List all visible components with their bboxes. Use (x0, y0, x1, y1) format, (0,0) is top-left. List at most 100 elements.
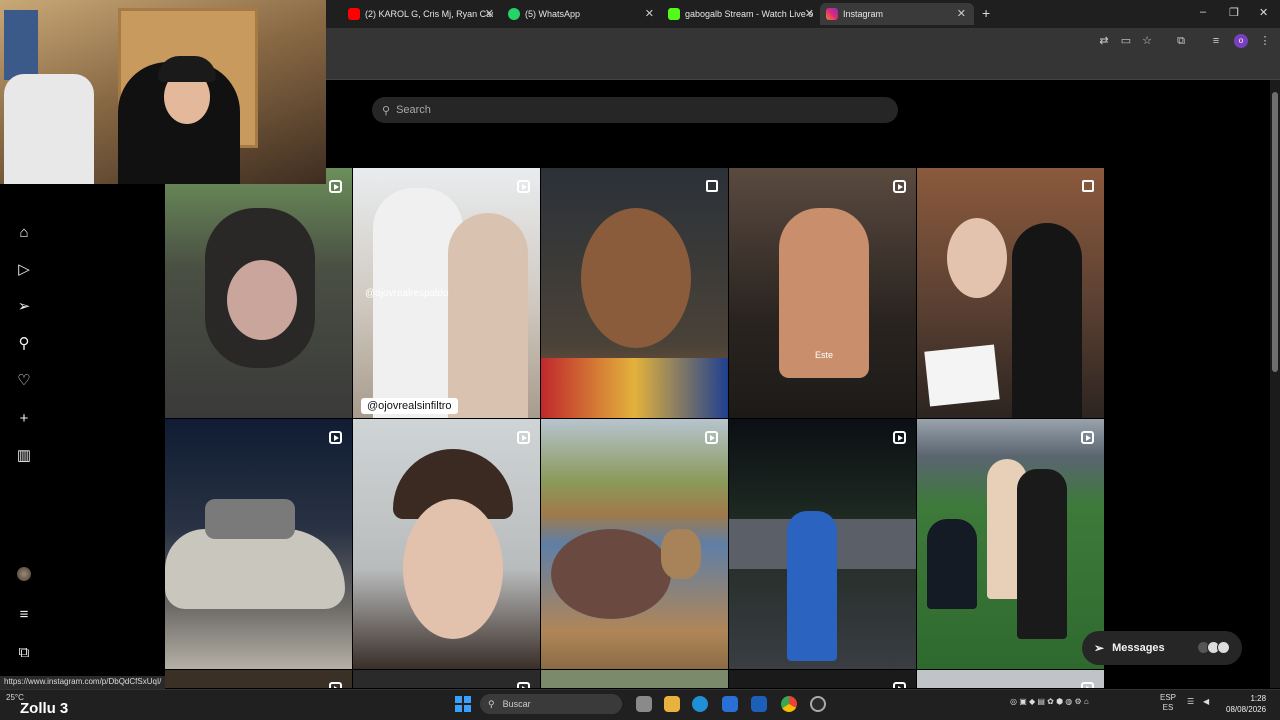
messages-button[interactable]: ➢ Messages (1082, 631, 1242, 665)
close-icon[interactable]: ✕ (485, 7, 494, 20)
reel-icon (517, 180, 530, 193)
post-caption-overlay: @ojovrealsinfiltro (361, 398, 458, 414)
stream-overlay-name: Zollu 3 (20, 700, 68, 717)
search-input[interactable]: ⚲ Search (372, 97, 898, 123)
volume-icon[interactable]: ◀ (1203, 697, 1209, 706)
edge-icon[interactable] (692, 696, 708, 712)
wifi-icon[interactable]: ☰ (1187, 697, 1194, 706)
post-tile[interactable] (353, 419, 540, 669)
send-icon: ➢ (1094, 641, 1105, 655)
more-menu-icon[interactable]: ⋮ (1258, 34, 1272, 48)
task-view-icon[interactable] (636, 696, 652, 712)
close-icon[interactable]: ✕ (645, 7, 654, 20)
tray-icons[interactable]: ◎ ▣ ◆ ▤ ✿ ⬢ ◍ ⚙ ⌂ (1010, 697, 1089, 706)
post-image-subject (1012, 223, 1082, 418)
post-tile[interactable] (917, 670, 1104, 688)
post-image-detail (227, 260, 297, 340)
profile-avatar-icon[interactable] (17, 567, 31, 581)
chrome-icon[interactable] (781, 696, 797, 712)
post-tile[interactable] (541, 670, 728, 688)
menu-hamburger-icon[interactable]: ≡ (14, 605, 34, 625)
post-tile[interactable] (729, 670, 916, 688)
post-image-detail (661, 529, 701, 579)
webcam-detail (4, 10, 38, 80)
close-icon[interactable]: ✕ (957, 7, 966, 20)
taskbar-search[interactable]: ⚲ Buscar (480, 694, 622, 714)
taskbar-search-label: Buscar (502, 699, 531, 709)
profile-avatar[interactable]: o (1234, 34, 1248, 48)
clock[interactable]: 1:28 08/08/2026 (1226, 693, 1266, 715)
language-indicator[interactable]: ESP ES (1160, 693, 1176, 713)
translate-icon[interactable]: ⇄ (1097, 34, 1111, 48)
post-tile[interactable] (165, 670, 352, 688)
app-icon[interactable] (810, 696, 826, 712)
post-image-detail (541, 358, 728, 418)
post-image-detail (205, 499, 295, 539)
tab-label: (2) KAROL G, Cris Mj, Ryan Castro (365, 9, 493, 19)
post-tile[interactable] (165, 168, 352, 418)
home-icon[interactable]: ⌂ (14, 223, 34, 243)
close-window-button[interactable]: ✕ (1259, 6, 1268, 19)
reel-icon (329, 180, 342, 193)
reel-icon (517, 431, 530, 444)
post-image-subject (787, 511, 837, 661)
notifications-heart-icon[interactable]: ♡ (14, 371, 34, 391)
reel-icon (1081, 682, 1094, 688)
minimize-button[interactable]: – (1200, 6, 1206, 18)
scrollbar-thumb[interactable] (1272, 92, 1278, 372)
cast-icon[interactable]: ▭ (1119, 34, 1133, 48)
store-icon[interactable] (722, 696, 738, 712)
post-tile[interactable] (917, 168, 1104, 418)
post-image-subject (448, 213, 528, 418)
post-tile[interactable] (917, 419, 1104, 669)
stream-suffix: 3 (59, 700, 69, 717)
dashboard-icon[interactable]: ▥ (14, 446, 34, 466)
clock-date: 08/08/2026 (1226, 705, 1267, 714)
tab-kick-stream[interactable]: gabogalb Stream - Watch Live on ✕ (662, 3, 822, 25)
instagram-icon (826, 8, 838, 20)
post-tile[interactable] (353, 670, 540, 688)
file-explorer-icon[interactable] (664, 696, 680, 712)
post-image-subject (927, 519, 977, 609)
media-control-icon[interactable]: ≡ (1209, 34, 1223, 48)
carousel-icon (706, 180, 718, 192)
tab-whatsapp[interactable]: (5) WhatsApp ✕ (502, 3, 662, 25)
reels-icon[interactable]: ▷ (14, 260, 34, 280)
bookmark-star-icon[interactable]: ☆ (1140, 34, 1154, 48)
post-tile[interactable] (541, 168, 728, 418)
tab-label: (5) WhatsApp (525, 9, 581, 19)
post-tile[interactable] (541, 419, 728, 669)
reel-icon (517, 682, 530, 688)
reel-icon (893, 682, 906, 688)
post-caption-overlay: @ojovrealrespaldo (365, 288, 449, 299)
reel-icon (329, 682, 342, 688)
tab-youtube[interactable]: (2) KAROL G, Cris Mj, Ryan Castro ✕ (342, 3, 502, 25)
post-tile[interactable] (165, 419, 352, 669)
kick-icon (668, 8, 680, 20)
search-placeholder: Search (396, 104, 431, 116)
language-line1: ESP (1160, 693, 1177, 702)
messages-avatars (1197, 641, 1230, 654)
more-apps-icon[interactable]: ⧉ (14, 643, 34, 663)
mail-icon[interactable] (751, 696, 767, 712)
extensions-icon[interactable]: ⧉ (1174, 34, 1188, 48)
post-tile[interactable]: @ojovrealrespaldo @ojovrealsinfiltro (353, 168, 540, 418)
post-tile[interactable] (729, 419, 916, 669)
search-icon[interactable]: ⚲ (14, 334, 34, 354)
start-button[interactable] (455, 696, 471, 712)
direct-messages-icon[interactable]: ➢ (14, 297, 34, 317)
tab-label: Instagram (843, 9, 884, 19)
tab-instagram[interactable]: Instagram ✕ (820, 3, 974, 25)
post-tile[interactable]: Este (729, 168, 916, 418)
webcam-overlay (0, 0, 326, 184)
post-image-subject (165, 529, 345, 609)
maximize-button[interactable]: ❐ (1229, 6, 1239, 19)
create-plus-icon[interactable]: + (14, 409, 34, 429)
search-icon: ⚲ (382, 104, 391, 117)
close-icon[interactable]: ✕ (805, 7, 814, 20)
search-icon: ⚲ (488, 698, 495, 709)
post-image-subject (551, 529, 671, 619)
reel-icon (893, 180, 906, 193)
post-caption-overlay: Este (815, 350, 834, 360)
new-tab-button[interactable]: + (982, 5, 990, 21)
